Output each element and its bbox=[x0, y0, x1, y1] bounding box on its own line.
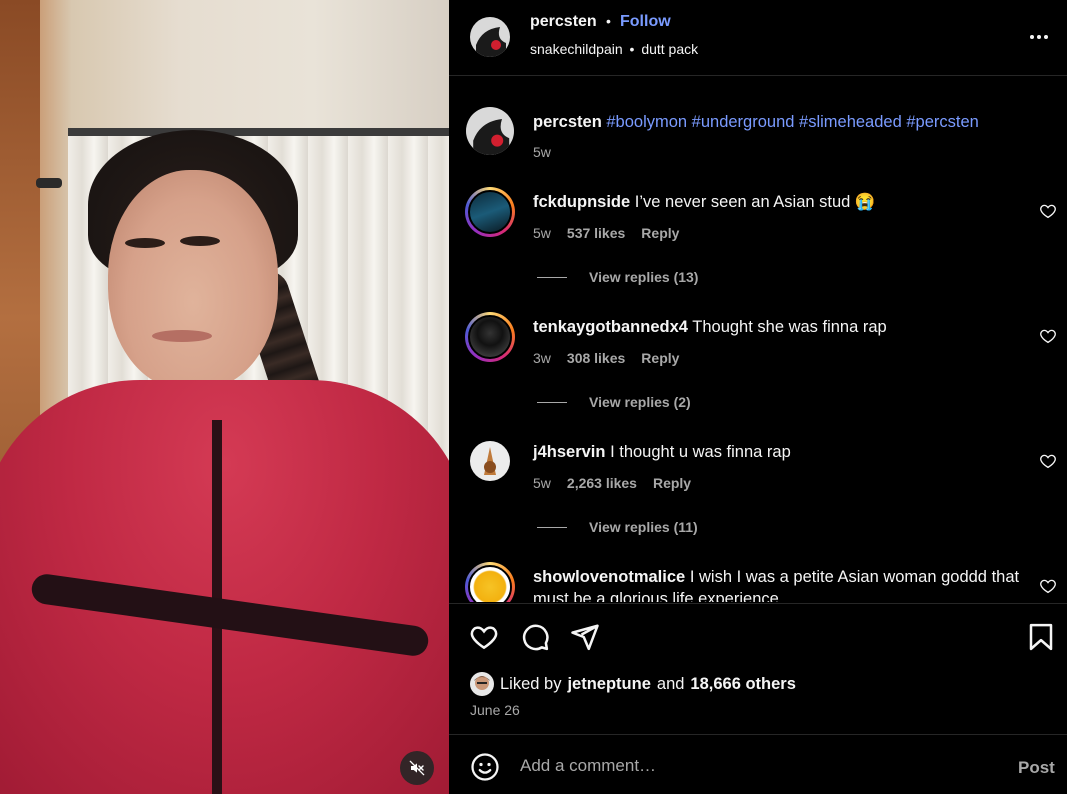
caption-meta: 5w bbox=[533, 144, 551, 160]
audio-track[interactable]: dutt pack bbox=[641, 41, 698, 57]
likes-count[interactable]: 18,666 others bbox=[690, 675, 795, 694]
post-actions: Liked by jetneptune and 18,666 others Ju… bbox=[449, 603, 1067, 733]
share-icon[interactable] bbox=[570, 622, 600, 652]
comment-input[interactable] bbox=[520, 751, 990, 781]
comment-time[interactable]: 5w bbox=[533, 225, 551, 241]
more-icon bbox=[1037, 35, 1041, 39]
caption-text: percsten #boolymon #underground #slimehe… bbox=[533, 111, 1023, 133]
view-replies-label: View replies (2) bbox=[589, 394, 691, 410]
comment-body: I’ve never seen an Asian stud 😭 bbox=[634, 193, 876, 211]
muted-speaker-icon bbox=[409, 760, 425, 776]
door-handle bbox=[36, 178, 62, 188]
right-eye bbox=[180, 236, 220, 246]
commenter-avatar-image bbox=[468, 190, 512, 234]
follow-button[interactable]: Follow bbox=[620, 13, 671, 31]
comment-time[interactable]: 3w bbox=[533, 350, 551, 366]
comment-username[interactable]: j4hservin bbox=[533, 443, 605, 461]
author-avatar[interactable] bbox=[470, 17, 510, 57]
audio-attribution[interactable]: snakechildpain • dutt pack bbox=[530, 41, 698, 57]
comment-text: j4hservin I thought u was finna rap bbox=[533, 441, 1023, 463]
heart-icon[interactable] bbox=[1039, 452, 1057, 470]
comments-list[interactable]: percsten #boolymon #underground #slimehe… bbox=[449, 77, 1067, 602]
caption-avatar-image bbox=[466, 107, 514, 155]
unmute-button[interactable] bbox=[400, 751, 434, 785]
view-replies-button[interactable]: View replies (13) bbox=[537, 269, 698, 285]
heart-icon[interactable] bbox=[1039, 202, 1057, 220]
commenter-avatar[interactable] bbox=[465, 312, 515, 362]
comment-username[interactable]: tenkaygotbannedx4 bbox=[533, 318, 688, 336]
post-comment-button[interactable]: Post bbox=[1018, 758, 1055, 778]
commenter-avatar-image bbox=[468, 565, 512, 602]
bookmark-icon[interactable] bbox=[1026, 622, 1056, 652]
more-icon bbox=[1044, 35, 1048, 39]
caption-avatar[interactable] bbox=[466, 107, 514, 155]
commenter-avatar[interactable] bbox=[465, 562, 515, 602]
comment-time[interactable]: 5w bbox=[533, 475, 551, 491]
post-date[interactable]: June 26 bbox=[470, 702, 520, 718]
heart-icon[interactable] bbox=[1039, 577, 1057, 595]
comment-likes[interactable]: 308 likes bbox=[567, 350, 625, 366]
view-replies-button[interactable]: View replies (11) bbox=[537, 519, 698, 535]
left-eye bbox=[125, 238, 165, 248]
comment-text: tenkaygotbannedx4 Thought she was finna … bbox=[533, 316, 1023, 338]
liked-by-and: and bbox=[656, 674, 685, 693]
commenter-avatar[interactable] bbox=[470, 441, 510, 481]
view-replies-label: View replies (13) bbox=[589, 269, 699, 285]
commenter-avatar-image bbox=[468, 315, 512, 359]
author-avatar-image bbox=[470, 17, 510, 57]
comment-meta: 5w 537 likes Reply bbox=[533, 225, 679, 241]
comment-body: I thought u was finna rap bbox=[610, 443, 791, 461]
divider-line bbox=[537, 276, 567, 278]
reply-button[interactable]: Reply bbox=[653, 475, 691, 491]
comment-text: fckdupnside I’ve never seen an Asian stu… bbox=[533, 191, 1023, 213]
caption-username[interactable]: percsten bbox=[533, 113, 602, 131]
caption-hashtags[interactable]: #boolymon #underground #slimeheaded #per… bbox=[606, 113, 978, 131]
heart-icon[interactable] bbox=[469, 622, 499, 652]
post-side-panel: percsten • Follow snakechildpain • dutt … bbox=[449, 0, 1067, 794]
post-video[interactable] bbox=[0, 0, 449, 794]
audio-artist[interactable]: snakechildpain bbox=[530, 41, 623, 57]
comment-likes[interactable]: 2,263 likes bbox=[567, 475, 637, 491]
author-username[interactable]: percsten bbox=[530, 13, 597, 31]
comment-meta: 3w 308 likes Reply bbox=[533, 350, 679, 366]
divider-line bbox=[537, 526, 567, 528]
heart-icon[interactable] bbox=[1039, 327, 1057, 345]
mouth bbox=[152, 330, 212, 342]
comment-meta: 5w 2,263 likes Reply bbox=[533, 475, 691, 491]
liker-username[interactable]: jetneptune bbox=[567, 675, 650, 694]
view-replies-label: View replies (11) bbox=[589, 519, 698, 535]
post-header: percsten • Follow snakechildpain • dutt … bbox=[449, 0, 1067, 76]
liker-avatar-image bbox=[470, 672, 494, 696]
comment-likes[interactable]: 537 likes bbox=[567, 225, 625, 241]
reply-button[interactable]: Reply bbox=[641, 350, 679, 366]
commenter-avatar[interactable] bbox=[465, 187, 515, 237]
face bbox=[108, 170, 278, 390]
comment-username[interactable]: showlovenotmalice bbox=[533, 568, 685, 586]
comment-icon[interactable] bbox=[520, 622, 550, 652]
more-icon bbox=[1030, 35, 1034, 39]
liked-by: Liked by jetneptune and 18,666 others bbox=[470, 672, 796, 696]
caption-time[interactable]: 5w bbox=[533, 144, 551, 160]
separator-dot: • bbox=[606, 13, 611, 29]
divider-line bbox=[537, 401, 567, 403]
commenter-avatar-image bbox=[470, 441, 510, 481]
more-options-button[interactable] bbox=[1027, 26, 1051, 48]
comment-text: showlovenotmalice I wish I was a petite … bbox=[533, 566, 1023, 602]
comment-body: Thought she was finna rap bbox=[692, 318, 887, 336]
comment-composer: Post bbox=[449, 734, 1067, 794]
emoji-icon[interactable] bbox=[470, 752, 500, 782]
comment-username[interactable]: fckdupnside bbox=[533, 193, 630, 211]
liker-avatar[interactable] bbox=[470, 672, 494, 696]
view-replies-button[interactable]: View replies (2) bbox=[537, 394, 691, 410]
reply-button[interactable]: Reply bbox=[641, 225, 679, 241]
separator-dot: • bbox=[629, 41, 635, 57]
liked-by-prefix: Liked by bbox=[500, 674, 562, 693]
